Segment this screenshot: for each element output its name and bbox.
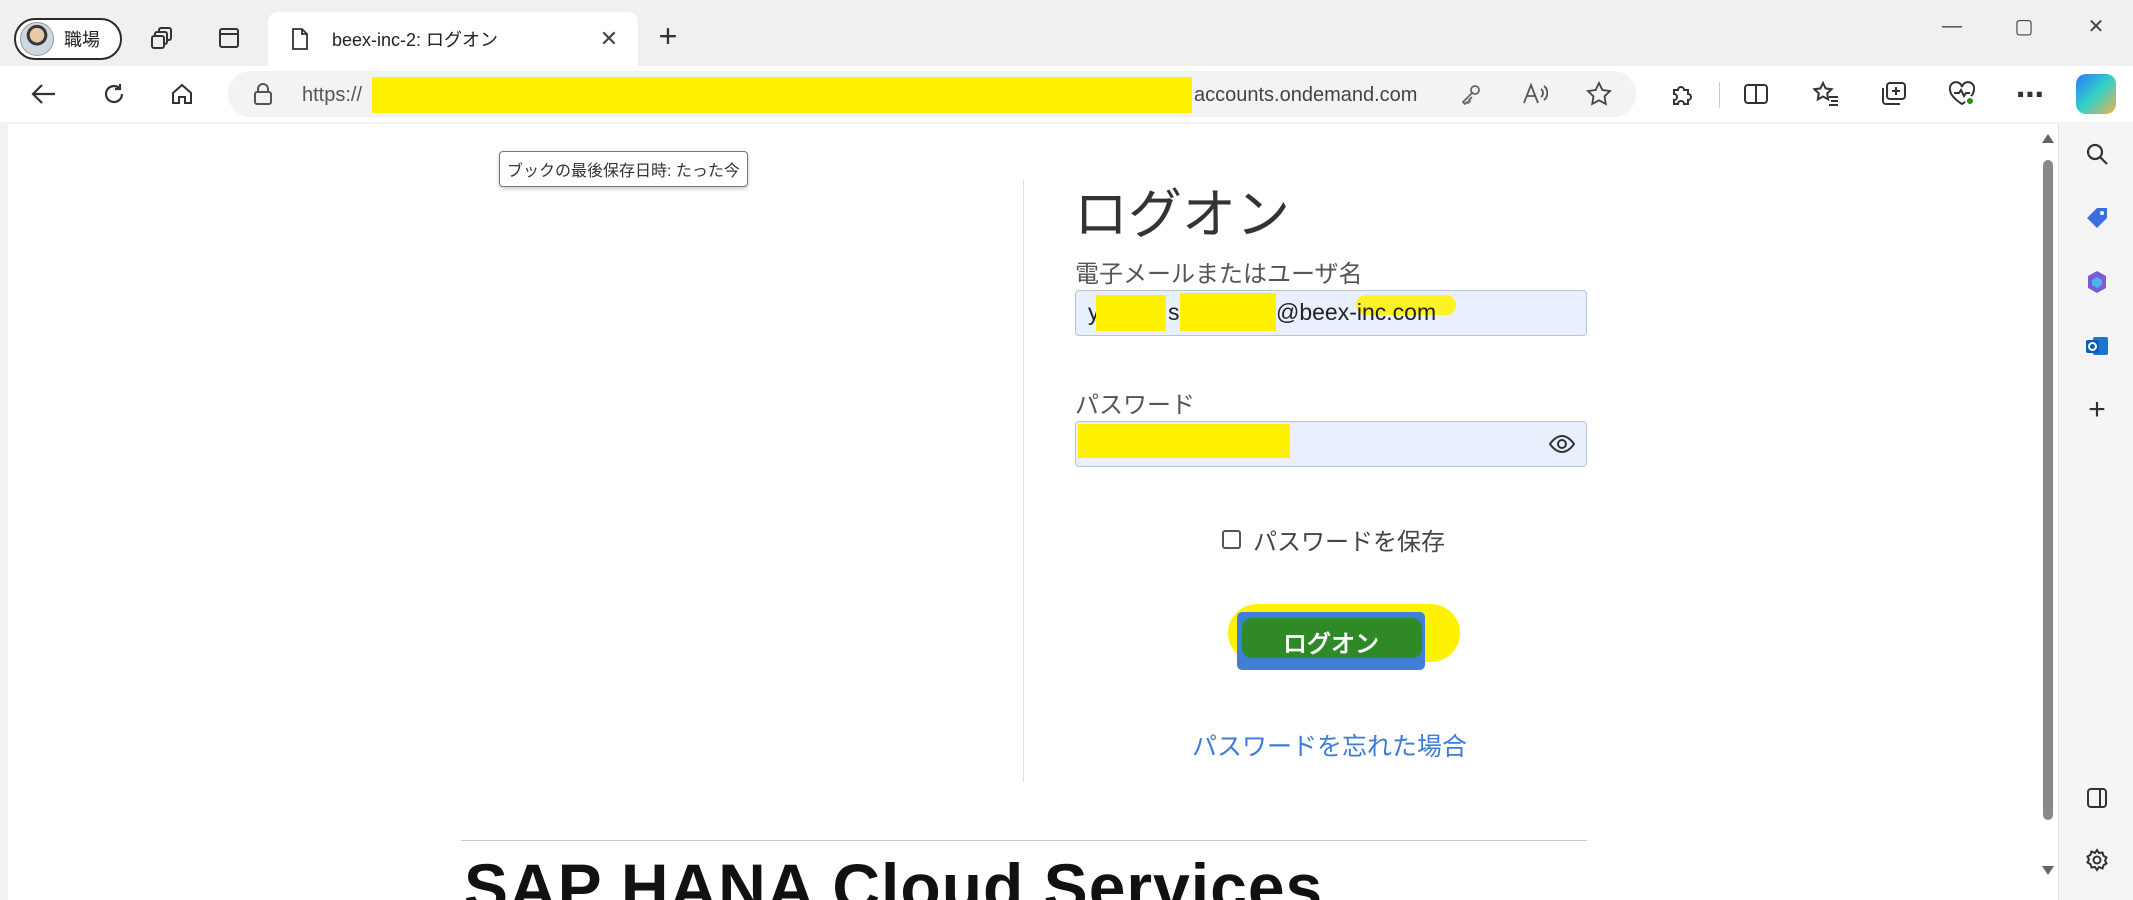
- vertical-divider: [1023, 180, 1024, 782]
- profile-label: 職場: [64, 30, 100, 50]
- tab-title: beex-inc-2: ログオン: [332, 30, 499, 50]
- toolbar: https:// accounts.ondemand.com ⋯: [0, 66, 2133, 122]
- page-title: ログオン: [1074, 185, 1290, 245]
- scroll-up-arrow-icon[interactable]: [2042, 134, 2054, 143]
- split-screen-icon[interactable]: [1738, 76, 1774, 112]
- key-icon[interactable]: [1456, 79, 1486, 109]
- new-tab-button[interactable]: +: [650, 18, 686, 54]
- scroll-down-arrow-icon[interactable]: [2042, 866, 2054, 875]
- email-redaction-1: [1096, 295, 1166, 331]
- email-redaction-2: [1180, 293, 1276, 331]
- url-prefix: https://: [302, 84, 363, 106]
- remember-password-checkbox[interactable]: [1222, 530, 1241, 549]
- address-bar[interactable]: https:// accounts.ondemand.com: [228, 71, 1636, 117]
- workspaces-icon[interactable]: [145, 20, 181, 56]
- lock-icon[interactable]: [252, 82, 276, 106]
- browser-window: 職場 beex-inc-2: ログオン ✕ + — ▢ ✕ https:// a…: [0, 0, 2133, 900]
- extensions-icon[interactable]: [1664, 76, 1700, 112]
- logon-button-label: ログオン: [1283, 631, 1379, 658]
- favorites-icon[interactable]: [1808, 76, 1844, 112]
- favorite-star-icon[interactable]: [1584, 79, 1614, 109]
- shopping-tag-icon[interactable]: [2079, 200, 2115, 236]
- avatar: [20, 22, 54, 56]
- tooltip: ブックの最後保存日時: たった今: [499, 151, 748, 187]
- sidebar-toggle-icon[interactable]: [2079, 780, 2115, 816]
- url-domain: accounts.ondemand.com: [1194, 84, 1418, 106]
- password-label: パスワード: [1075, 392, 1195, 419]
- close-window-button[interactable]: ✕: [2066, 10, 2126, 42]
- email-value-part-2: s: [1168, 299, 1180, 325]
- copilot-icon[interactable]: [2076, 74, 2116, 114]
- password-redaction: [1078, 424, 1290, 458]
- add-sidebar-app-icon[interactable]: +: [2079, 392, 2115, 428]
- email-value-part-3: @beex-inc.com: [1276, 299, 1437, 325]
- scroll-thumb[interactable]: [2043, 160, 2053, 820]
- toolbar-separator: [1719, 82, 1720, 108]
- url-redaction: [372, 77, 1192, 113]
- browser-essentials-icon[interactable]: [1944, 76, 1980, 112]
- footer-divider: [461, 840, 1587, 841]
- edge-sidebar: +: [2058, 122, 2133, 900]
- search-icon[interactable]: [2079, 136, 2115, 172]
- settings-gear-icon[interactable]: [2079, 842, 2115, 878]
- tab-close-icon[interactable]: ✕: [592, 22, 626, 56]
- minimize-button[interactable]: —: [1922, 10, 1982, 42]
- maximize-button[interactable]: ▢: [1994, 10, 2054, 42]
- forgot-password-link[interactable]: パスワードを忘れた場合: [1192, 727, 1467, 763]
- read-aloud-icon[interactable]: [1520, 79, 1550, 109]
- outlook-icon[interactable]: [2079, 328, 2115, 364]
- scrollbar[interactable]: [2038, 124, 2058, 900]
- more-options-icon[interactable]: ⋯: [2012, 76, 2048, 112]
- tab-active[interactable]: beex-inc-2: ログオン ✕: [268, 12, 638, 66]
- vertical-tabs-icon[interactable]: [211, 20, 247, 56]
- remember-password-row[interactable]: パスワードを保存: [1222, 522, 1445, 557]
- refresh-icon[interactable]: [94, 74, 134, 114]
- page-content: ブックの最後保存日時: たった今 ログオン 電子メールまたはユーザ名 y s @…: [8, 124, 2048, 900]
- show-password-eye-icon[interactable]: [1548, 433, 1576, 457]
- microsoft-365-icon[interactable]: [2079, 264, 2115, 300]
- back-icon[interactable]: [24, 74, 64, 114]
- email-label: 電子メールまたはユーザ名: [1075, 261, 1363, 288]
- home-icon[interactable]: [162, 74, 202, 114]
- remember-password-label: パスワードを保存: [1253, 529, 1445, 556]
- profile-button[interactable]: 職場: [14, 18, 122, 60]
- tab-bar: 職場 beex-inc-2: ログオン ✕ + — ▢ ✕: [0, 0, 2133, 66]
- page-icon: [288, 27, 312, 51]
- footer-title: SAP HANA Cloud Services: [464, 850, 1324, 900]
- collections-icon[interactable]: [1876, 76, 1912, 112]
- email-field[interactable]: y s @beex-inc.com: [1075, 290, 1587, 336]
- password-field[interactable]: [1075, 421, 1587, 467]
